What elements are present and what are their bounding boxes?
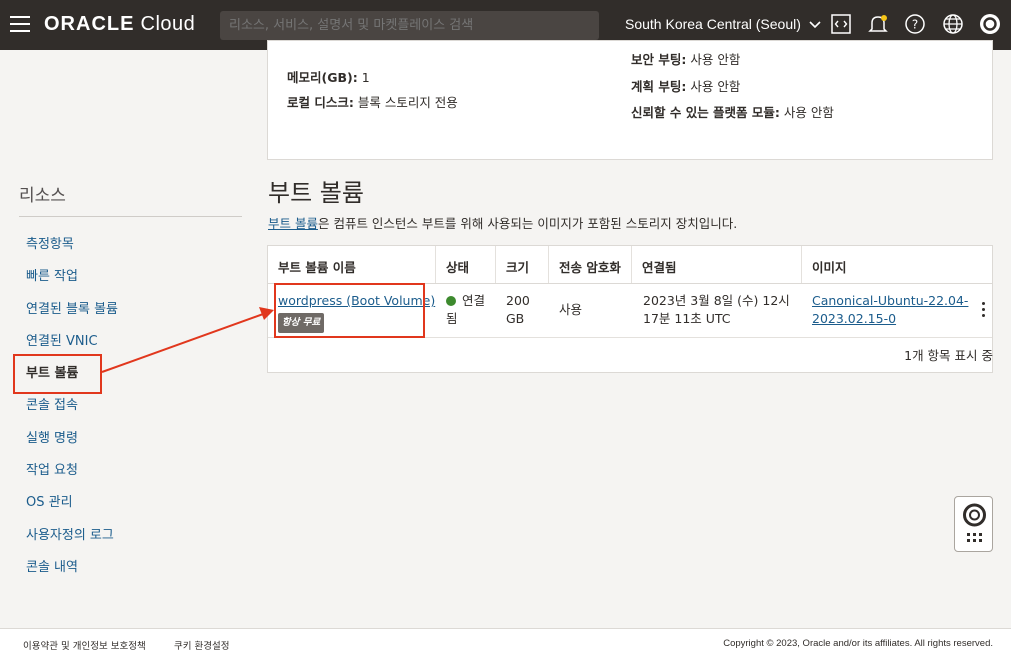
highlight-box-volume — [274, 283, 425, 338]
highlight-box-sidebar — [13, 354, 102, 394]
status-green-dot — [446, 296, 456, 306]
col-header-image[interactable]: 이미지 — [802, 246, 992, 283]
size-cell: 200 GB — [506, 293, 530, 326]
info-secure-boot: 보안 부팅: 사용 안함 — [631, 52, 741, 67]
svg-text:?: ? — [912, 18, 918, 32]
search-input[interactable] — [220, 11, 599, 40]
row-actions-kebab-icon[interactable] — [981, 302, 987, 318]
menu-icon[interactable] — [10, 16, 30, 32]
nav-item-custom-logs[interactable]: 사용자정의 로그 — [26, 527, 118, 559]
encryption-cell: 사용 — [559, 302, 583, 317]
globe-icon[interactable] — [942, 13, 964, 35]
info-memory: 메모리(GB): 1 — [287, 70, 370, 85]
boot-volume-doc-link[interactable]: 부트 볼륨 — [268, 216, 318, 231]
help-widget[interactable] — [954, 496, 993, 552]
col-header-size[interactable]: 크기 — [496, 246, 549, 283]
boot-volume-heading: 부트 볼륨 — [268, 179, 364, 207]
nav-item-os-management[interactable]: OS 관리 — [26, 494, 118, 526]
nav-item-run-command[interactable]: 실행 명령 — [26, 430, 118, 462]
oracle-cloud-logo[interactable]: ORACLE Cloud — [44, 13, 195, 36]
region-label: South Korea Central (Seoul) — [625, 16, 801, 32]
item-count: 1개 항목 표시 중 — [904, 348, 993, 363]
brand-oracle: ORACLE — [44, 13, 135, 35]
lifebuoy-icon — [963, 503, 986, 542]
nav-item-work-requests[interactable]: 작업 요청 — [26, 462, 118, 494]
col-header-attached[interactable]: 연결됨 — [632, 246, 802, 283]
col-header-status[interactable]: 상태 — [436, 246, 496, 283]
info-local-disk: 로컬 디스크: 블록 스토리지 전용 — [287, 95, 458, 110]
region-selector[interactable]: South Korea Central (Seoul) — [625, 16, 821, 32]
profile-icon[interactable] — [979, 13, 1001, 35]
bell-icon[interactable] — [867, 13, 889, 35]
resources-title: 리소스 — [19, 186, 66, 206]
instance-info-card: 메모리(GB): 1 로컬 디스크: 블록 스토리지 전용 보안 부팅: 사용 … — [267, 40, 993, 160]
col-header-name[interactable]: 부트 볼륨 이름 — [268, 246, 436, 283]
nav-item-console-history[interactable]: 콘솔 내역 — [26, 559, 118, 591]
attached-cell: 2023년 3월 8일 (수) 12시 17분 11초 UTC — [643, 293, 790, 326]
brand-cloud: Cloud — [140, 13, 196, 35]
cloud-shell-icon[interactable] — [830, 13, 852, 35]
nav-item-metrics[interactable]: 측정항목 — [26, 236, 118, 268]
copyright-text: Copyright © 2023, Oracle and/or its affi… — [723, 638, 993, 649]
image-link[interactable]: Canonical-Ubuntu-22.04- 2023.02.15-0 — [812, 293, 968, 326]
chevron-down-icon — [809, 16, 821, 32]
terms-link[interactable]: 이용약관 및 개인정보 보호정책 — [23, 638, 146, 652]
help-icon[interactable]: ? — [904, 13, 926, 35]
boot-volume-description: 부트 볼륨은 컴퓨트 인스턴스 부트를 위해 사용되는 이미지가 포함된 스토리… — [268, 216, 738, 231]
info-tpm: 신뢰할 수 있는 플랫폼 모듈: 사용 안함 — [631, 105, 834, 120]
nav-item-attached-block-volumes[interactable]: 연결된 블록 볼륨 — [26, 301, 118, 333]
status-cell: 연결 됨 — [446, 293, 486, 326]
col-header-encryption[interactable]: 전송 암호화 — [549, 246, 632, 283]
image-cell: Canonical-Ubuntu-22.04- 2023.02.15-0 — [812, 292, 968, 328]
nav-item-quick-actions[interactable]: 빠른 작업 — [26, 268, 118, 300]
resources-divider — [19, 216, 242, 217]
info-measured-boot: 계획 부팅: 사용 안함 — [631, 79, 741, 94]
footer: 이용약관 및 개인정보 보호정책 쿠키 환경설정 Copyright © 202… — [0, 628, 1011, 652]
resources-nav: 측정항목 빠른 작업 연결된 블록 볼륨 연결된 VNIC 부트 볼륨 콘솔 접… — [26, 236, 118, 591]
cookie-settings-link[interactable]: 쿠키 환경설정 — [174, 638, 229, 652]
nav-item-console-connection[interactable]: 콘솔 접속 — [26, 397, 118, 429]
